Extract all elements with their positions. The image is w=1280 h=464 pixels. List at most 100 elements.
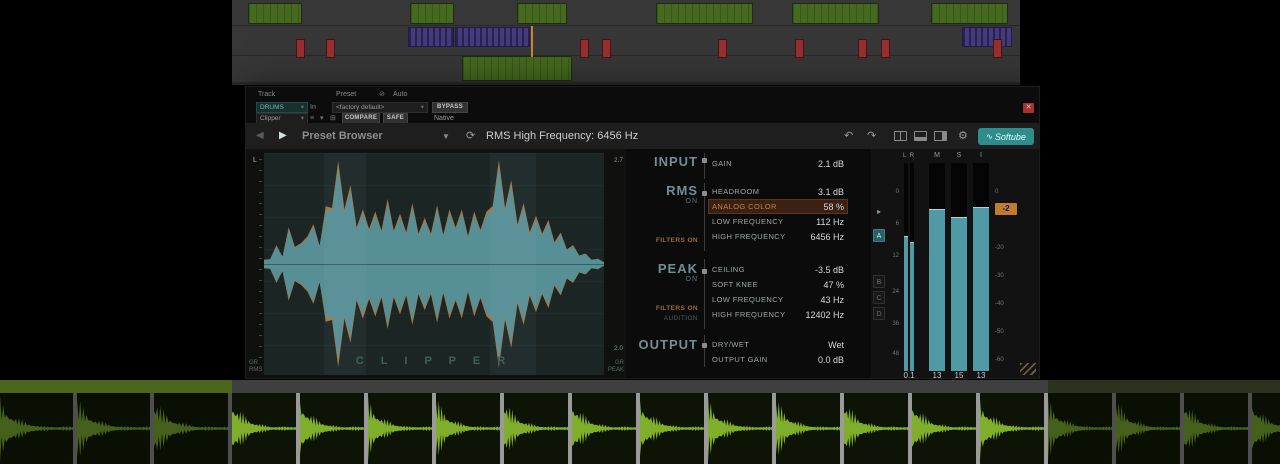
param-row-gain[interactable]: GAIN 2.1 dB — [712, 157, 844, 170]
midi-clip-green[interactable] — [931, 3, 1008, 24]
view-right-panel-icon[interactable] — [934, 131, 947, 141]
audio-clip-cell[interactable] — [77, 393, 154, 464]
audio-clip-cell[interactable] — [572, 393, 640, 464]
midi-clip-purple[interactable] — [962, 27, 1012, 47]
clip-header-center[interactable] — [232, 380, 1048, 393]
audio-clip-cell[interactable] — [154, 393, 232, 464]
waveform-display[interactable]: C L I P P E R — [264, 153, 604, 375]
daw-plugin-header: Track Preset ⊘ Auto DRUMS ▾ In <factory … — [246, 87, 1039, 123]
preset-power-icon[interactable]: ⊘ — [379, 90, 385, 99]
midi-clip-red[interactable] — [602, 39, 611, 58]
midi-clip-green[interactable] — [248, 3, 302, 24]
param-row-analog-color[interactable]: ANALOG COLOR 58 % — [709, 200, 847, 213]
midi-clip-purple[interactable] — [408, 27, 454, 47]
resize-grip[interactable] — [1020, 363, 1036, 375]
audio-clip-cell[interactable] — [1252, 393, 1280, 464]
midi-clip-red[interactable] — [881, 39, 890, 58]
midi-clip-red[interactable] — [580, 39, 589, 58]
audio-clip-cell[interactable] — [436, 393, 504, 464]
softube-logo-text: Softube — [995, 132, 1026, 142]
bypass-button[interactable]: BYPASS — [432, 102, 468, 113]
db-scale-value: -40 — [995, 301, 1009, 307]
midi-clip-purple[interactable] — [455, 27, 530, 47]
snapshot-button-d[interactable]: D — [873, 307, 885, 320]
midi-clip-red[interactable] — [326, 39, 335, 58]
audio-clip-cell[interactable] — [776, 393, 844, 464]
view-split-icon[interactable] — [894, 131, 907, 141]
audio-clip-cell[interactable] — [1048, 393, 1116, 464]
midi-clip-green[interactable] — [656, 3, 753, 24]
prev-preset-button[interactable]: ◀ — [256, 130, 264, 141]
midi-clip-red[interactable] — [858, 39, 867, 58]
audio-clip-cell[interactable] — [912, 393, 980, 464]
dropdown-icon[interactable]: ▾ — [320, 114, 324, 123]
gr-peak-label: GRPEAK — [608, 360, 624, 374]
preset-selector[interactable]: <factory default> ▾ — [332, 102, 428, 113]
clip-header-right[interactable] — [1048, 380, 1280, 393]
preset-browser-button[interactable]: Preset Browser — [302, 130, 383, 142]
audio-clip-cell[interactable] — [844, 393, 912, 464]
menu-icon[interactable]: ≡ — [310, 114, 314, 123]
gr-scale-value: 6 — [885, 221, 899, 227]
input-section-slider[interactable] — [704, 153, 705, 179]
audio-waveform-graphic — [1184, 393, 1248, 464]
param-row-dry-wet[interactable]: DRY/WET Wet — [712, 338, 844, 351]
audio-waveform-graphic — [232, 393, 296, 464]
rms-filters-state[interactable]: FILTERS ON — [626, 237, 698, 244]
param-row-soft-knee[interactable]: SOFT KNEE 47 % — [712, 278, 844, 291]
snapshot-button-a[interactable]: A — [873, 229, 885, 242]
audio-clip-cell[interactable] — [300, 393, 368, 464]
audio-clip-cell[interactable] — [1184, 393, 1252, 464]
clip-header-left[interactable] — [0, 380, 232, 393]
output-section-slider[interactable] — [704, 335, 705, 367]
settings-gear-icon[interactable]: ⚙ — [958, 129, 968, 142]
midi-clip-green[interactable] — [462, 56, 572, 81]
meter-readout: 13 — [973, 371, 989, 380]
snapshot-button-c[interactable]: C — [873, 291, 885, 304]
param-row-peak-high-frequency[interactable]: HIGH FREQUENCY 12402 Hz — [712, 308, 844, 321]
peak-section-slider[interactable] — [704, 259, 705, 329]
arrangement-timeline[interactable] — [232, 0, 1020, 85]
rms-section-slider[interactable] — [704, 183, 705, 251]
audio-clip-cell[interactable] — [640, 393, 708, 464]
midi-clip-green[interactable] — [792, 3, 879, 24]
audio-clip-cell[interactable] — [980, 393, 1048, 464]
param-row-rms-low-frequency[interactable]: LOW FREQUENCY 112 Hz — [712, 215, 844, 228]
next-preset-button[interactable]: ▶ — [279, 130, 287, 141]
param-row-ceiling[interactable]: CEILING -3.5 dB — [712, 263, 844, 276]
audio-clip-cell[interactable] — [504, 393, 572, 464]
track-selector[interactable]: DRUMS ▾ — [256, 102, 308, 113]
meter-play-button[interactable]: ▸ — [873, 205, 885, 218]
peak-filters-state[interactable]: FILTERS ON — [626, 305, 698, 312]
audio-clip-cell[interactable] — [368, 393, 436, 464]
audio-clip-cell[interactable] — [232, 393, 300, 464]
grid-icon[interactable]: ⊞ — [330, 114, 336, 123]
param-row-peak-low-frequency[interactable]: LOW FREQUENCY 43 Hz — [712, 293, 844, 306]
midi-clip-green[interactable] — [517, 3, 567, 24]
audio-waveform-graphic — [1252, 393, 1280, 464]
peak-audition-button[interactable]: AUDITION — [626, 315, 698, 322]
param-row-rms-high-frequency[interactable]: HIGH FREQUENCY 6456 Hz — [712, 230, 844, 243]
selected-track: DRUMS — [260, 103, 284, 112]
undo-icon[interactable]: ↶ — [844, 129, 853, 142]
param-row-headroom[interactable]: HEADROOM 3.1 dB — [712, 185, 844, 198]
midi-clip-red[interactable] — [296, 39, 305, 58]
peak-on-state[interactable]: ON — [626, 276, 698, 283]
snapshot-button-b[interactable]: B — [873, 275, 885, 288]
softube-logo[interactable]: ∿ Softube — [978, 128, 1034, 145]
preset-browser-caret-icon[interactable]: ▼ — [442, 132, 450, 141]
audio-clip-cell[interactable] — [0, 393, 77, 464]
audio-waveform-graphic — [77, 393, 150, 464]
audio-clip-cell[interactable] — [708, 393, 776, 464]
midi-clip-red[interactable] — [795, 39, 804, 58]
rms-on-state[interactable]: ON — [626, 198, 698, 205]
param-row-output-gain[interactable]: OUTPUT GAIN 0.0 dB — [712, 353, 844, 366]
midi-clip-red[interactable] — [993, 39, 1002, 58]
midi-clip-red[interactable] — [718, 39, 727, 58]
redo-icon[interactable]: ↷ — [867, 129, 876, 142]
close-button[interactable]: ✕ — [1023, 103, 1034, 113]
audio-clip-cell[interactable] — [1116, 393, 1184, 464]
view-bottom-panel-icon[interactable] — [914, 131, 927, 141]
ab-cycle-icon[interactable]: ⟳ — [466, 129, 475, 142]
midi-clip-green[interactable] — [410, 3, 454, 24]
